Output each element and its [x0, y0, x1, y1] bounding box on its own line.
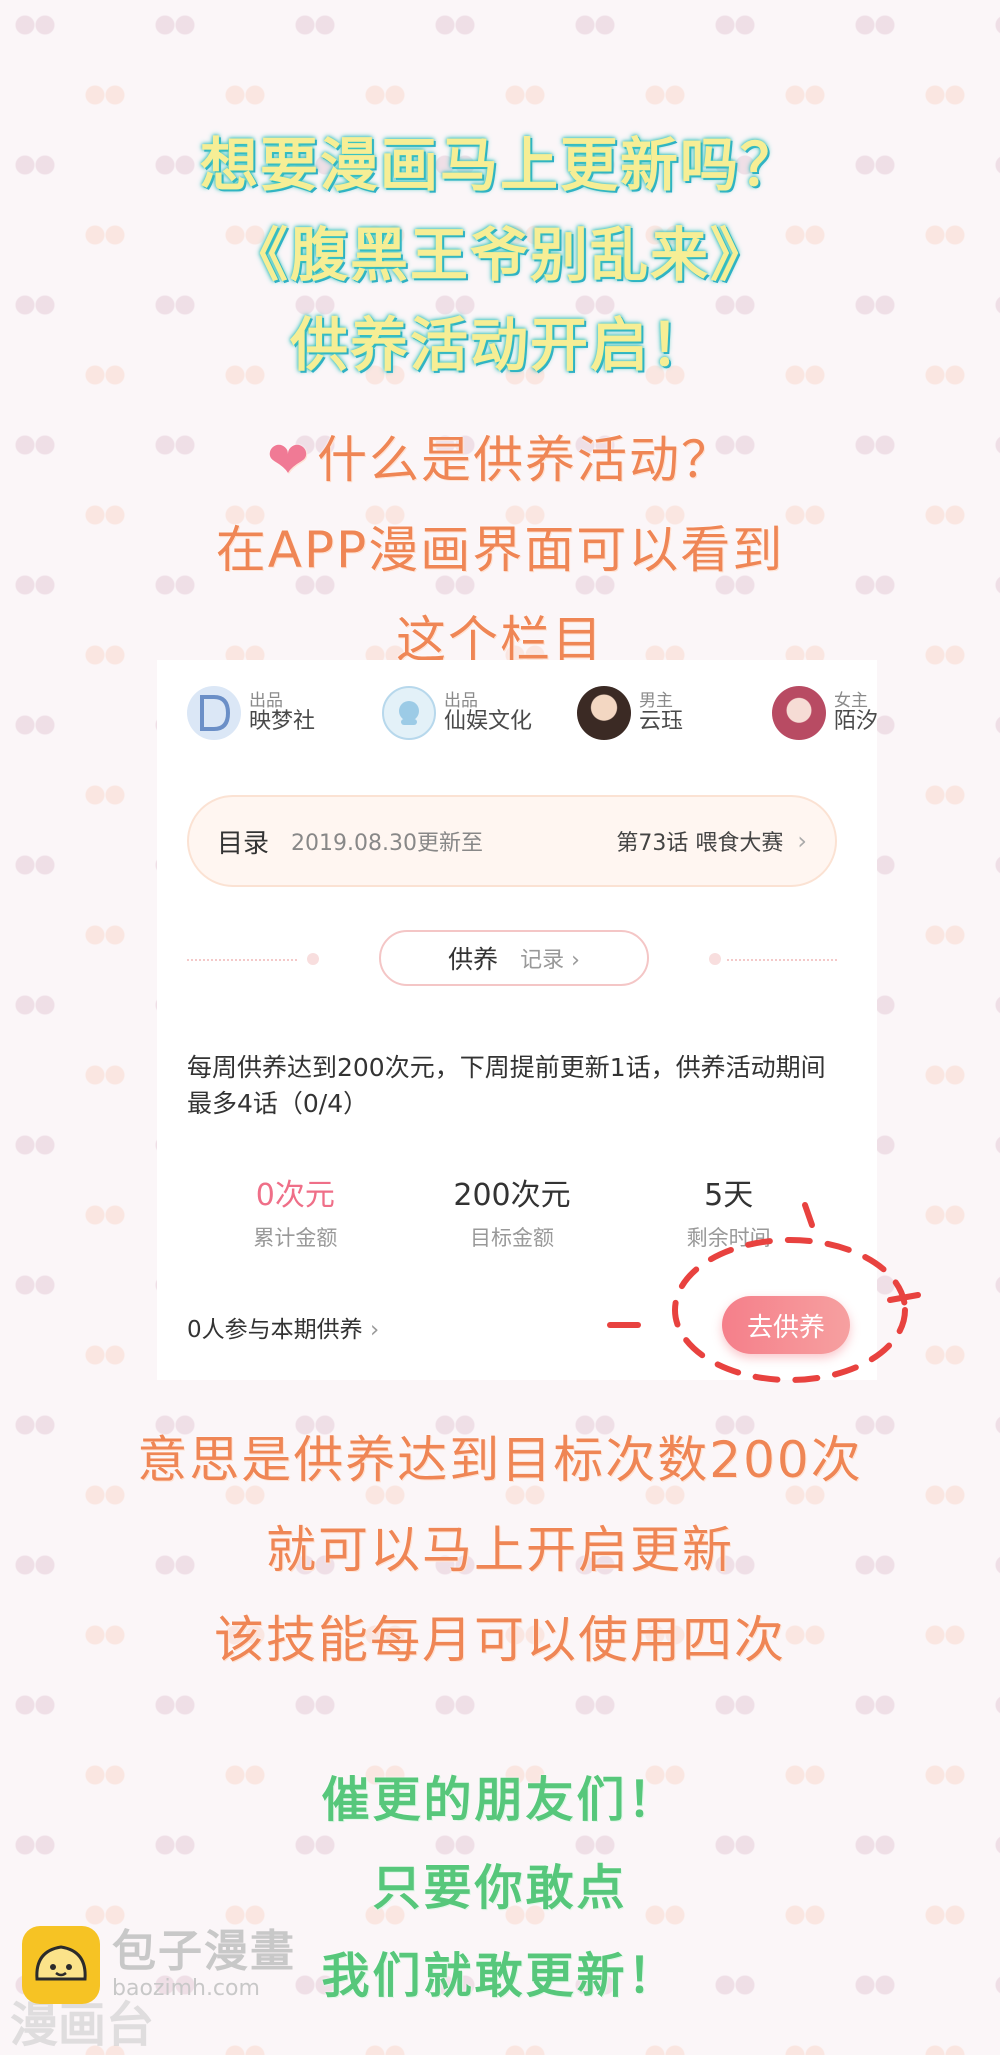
intro-line-1: 在APP漫画界面可以看到	[215, 521, 785, 579]
catalog-label: 目录	[217, 828, 270, 859]
divider	[187, 959, 297, 961]
studio-logo-icon	[187, 686, 241, 740]
creator-name: 陌汐	[834, 709, 877, 735]
chevron-right-icon: ›	[369, 1317, 380, 1343]
stat-value: 0次元	[255, 1178, 335, 1213]
creator-item[interactable]: 出品 仙娱文化	[382, 678, 577, 748]
intro-question-text: 什么是供养活动？	[316, 431, 733, 489]
watermark-url: baozimh.com	[112, 1976, 260, 2001]
highlight-scribble	[607, 1202, 921, 1383]
support-record-link[interactable]: 记录 ›	[520, 942, 580, 974]
creator-list: 出品 映梦社 出品 仙娱文化 男主 云珏 女主 陌汐	[187, 678, 877, 748]
closing-line-2: 只要你敢点	[372, 1860, 628, 1916]
creator-name: 仙娱文化	[444, 709, 533, 735]
divider-dot	[709, 953, 721, 965]
explain-line-1: 意思是供养达到目标次数200次	[137, 1431, 863, 1489]
creator-role: 男主	[639, 690, 673, 711]
explain-line-2: 就可以马上开启更新	[266, 1521, 734, 1579]
creator-item[interactable]: 出品 映梦社	[187, 678, 382, 748]
participants-link[interactable]: 0人参与本期供养 ›	[187, 1310, 379, 1344]
closing-line-1: 催更的朋友们！	[321, 1772, 679, 1828]
intro-question: ❤ 什么是供养活动？	[0, 420, 1000, 492]
bun-logo-icon	[22, 1926, 100, 2004]
stat-value: 200次元	[453, 1178, 571, 1213]
character-avatar-icon	[577, 686, 631, 740]
heart-icon: ❤	[267, 431, 311, 489]
creator-role: 出品	[249, 690, 283, 711]
stat-label: 目标金额	[470, 1226, 554, 1250]
stat-accumulated: 0次元 累计金额	[187, 1170, 404, 1252]
support-tab[interactable]: 供养 记录 ›	[379, 930, 649, 986]
divider	[727, 959, 837, 961]
participants-text: 0人参与本期供养	[187, 1317, 363, 1343]
stat-target: 200次元 目标金额	[404, 1170, 621, 1252]
creator-role: 女主	[834, 690, 868, 711]
explain-line-3: 该技能每月可以使用四次	[214, 1611, 786, 1669]
creator-role: 出品	[444, 690, 478, 711]
chevron-right-icon: ›	[797, 827, 807, 855]
studio-logo-icon	[382, 686, 436, 740]
creator-item[interactable]: 男主 云珏	[577, 678, 772, 748]
character-avatar-icon	[772, 686, 826, 740]
creator-name: 云珏	[639, 709, 684, 735]
support-record-label: 记录	[520, 948, 565, 973]
watermark-logo: 包子漫畫 baozimh.com	[22, 1926, 296, 2004]
stat-label: 累计金额	[253, 1226, 338, 1250]
title-line-1: 想要漫画马上更新吗？	[199, 131, 800, 199]
watermark-name: 包子漫畫	[112, 1926, 296, 1977]
creator-name: 映梦社	[249, 709, 316, 735]
catalog-date: 2019.08.30更新至	[291, 831, 483, 856]
title-line-3: 供养活动开启！	[289, 311, 710, 379]
support-tab-label: 供养	[448, 945, 499, 974]
catalog-bar[interactable]: 目录 2019.08.30更新至 第73话 喂食大赛 ›	[187, 795, 837, 887]
divider-dot	[307, 953, 319, 965]
support-description: 每周供养达到200次元，下周提前更新1话，供养活动期间最多4话（0/4）	[187, 1053, 826, 1118]
catalog-latest-chapter: 第73话 喂食大赛	[616, 831, 784, 856]
creator-item[interactable]: 女主 陌汐	[772, 678, 877, 748]
title-line-2: 《腹黑王爷别乱来》	[229, 221, 770, 289]
chevron-right-icon: ›	[571, 948, 580, 973]
